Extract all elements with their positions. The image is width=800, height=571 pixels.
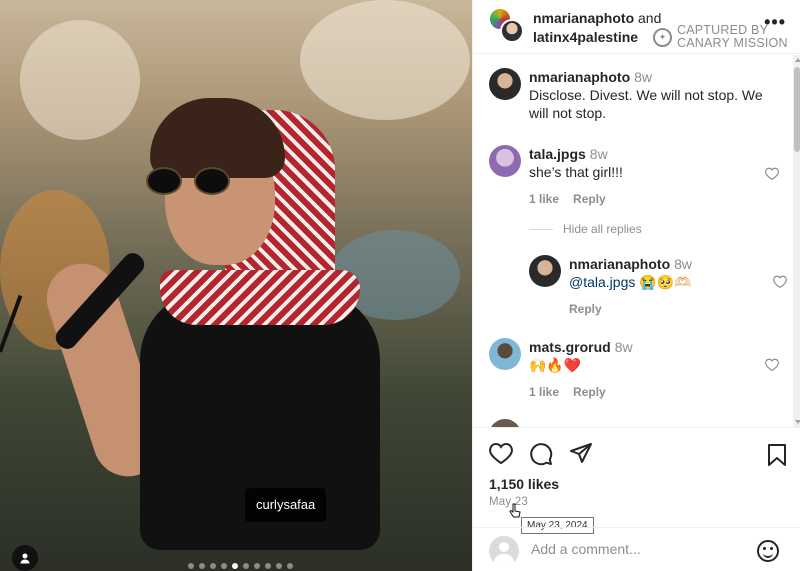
tagged-users-button[interactable] [12, 545, 38, 571]
carousel-dot [188, 563, 194, 569]
avatar[interactable] [489, 419, 521, 427]
scroll-thumb[interactable] [794, 67, 800, 152]
bookmark-icon[interactable] [767, 444, 787, 466]
comment-text: she’s that girl!!! [529, 164, 623, 180]
author-username[interactable]: nmarianaphoto [533, 10, 634, 26]
coauthor-username[interactable]: latinx4palestine [533, 29, 638, 45]
background-bokeh [300, 0, 470, 120]
comment-time[interactable]: 8w [634, 69, 652, 85]
comment-likes[interactable]: 1 like [529, 192, 559, 206]
post-actions: 1,150 likes May 23 May 23, 2024 [473, 427, 800, 571]
hide-replies-button[interactable]: Hide all replies [529, 222, 642, 236]
carousel-dot [243, 563, 249, 569]
comment-username[interactable]: nmarianaphoto [569, 256, 670, 272]
comment-time[interactable]: 8w [674, 256, 692, 272]
post-side-panel: nmarianaphoto and latinx4palestine ✦ CAP… [472, 0, 800, 571]
photo-user-tag[interactable]: curlysafaa [245, 488, 327, 522]
comment-likes[interactable]: 1 like [529, 385, 559, 399]
reply-button[interactable]: Reply [573, 385, 606, 399]
carousel-dot [254, 563, 260, 569]
carousel-indicator [188, 563, 293, 569]
post-header: nmarianaphoto and latinx4palestine ✦ CAP… [473, 0, 800, 54]
post-photo[interactable]: curlysafaa [0, 0, 472, 571]
comment-time[interactable]: 8w [590, 146, 608, 162]
avatar[interactable] [489, 145, 521, 177]
comment-icon[interactable] [529, 442, 553, 466]
watermark-line: CANARY MISSION [677, 36, 788, 50]
heart-icon[interactable] [489, 442, 513, 464]
heart-icon[interactable] [773, 275, 787, 288]
carousel-dot [199, 563, 205, 569]
carousel-dot [287, 563, 293, 569]
sunglasses [146, 167, 246, 197]
more-options-icon[interactable]: ••• [764, 12, 786, 33]
reply-button[interactable]: Reply [573, 192, 606, 206]
comment-time[interactable]: 8w [615, 339, 633, 355]
avatar [489, 536, 519, 566]
avatar[interactable] [529, 255, 561, 287]
comment-username[interactable]: nmarianaphoto [529, 69, 630, 85]
carousel-dot [210, 563, 216, 569]
canary-logo-icon: ✦ [653, 27, 672, 47]
comment-text: @tala.jpgs 😭🥺🫶🏻 [569, 274, 692, 290]
comment-text: 🙌🔥❤️ [529, 357, 582, 373]
divider [529, 228, 553, 230]
user-icon [20, 553, 30, 564]
avatar[interactable] [489, 338, 521, 370]
avatar[interactable] [489, 68, 521, 100]
carousel-dot [221, 563, 227, 569]
add-comment-bar [473, 527, 800, 571]
comment-username[interactable]: mats.grorud [529, 339, 611, 355]
likes-count[interactable]: 1,150 likes [489, 476, 559, 492]
scroll-down-arrow-icon[interactable] [795, 420, 800, 424]
carousel-dot [232, 563, 238, 569]
keffiyeh [160, 270, 360, 325]
carousel-dot [276, 563, 282, 569]
comment-text: Disclose. Divest. We will not stop. We w… [529, 87, 763, 121]
mention-link[interactable]: @tala.jpgs [569, 274, 635, 290]
avatar[interactable] [500, 19, 524, 43]
carousel-dot [265, 563, 271, 569]
post-authors: nmarianaphoto and latinx4palestine [533, 9, 661, 47]
reply-button[interactable]: Reply [569, 302, 602, 316]
collab-avatars[interactable] [488, 7, 526, 43]
share-icon[interactable] [569, 442, 593, 464]
heart-icon[interactable] [765, 358, 779, 371]
background-bokeh [20, 20, 140, 140]
heart-icon[interactable] [765, 167, 779, 180]
comment-username[interactable]: tala.jpgs [529, 146, 586, 162]
comments-scrollbar[interactable] [793, 55, 800, 427]
hide-replies-label: Hide all replies [563, 222, 642, 236]
comments-list[interactable]: nmarianaphoto 8w Disclose. Divest. We wil… [473, 55, 800, 427]
smiley-icon[interactable] [757, 540, 779, 562]
comment-input[interactable] [531, 541, 751, 557]
scroll-up-arrow-icon[interactable] [795, 58, 800, 62]
hand-cursor-icon [509, 503, 521, 518]
